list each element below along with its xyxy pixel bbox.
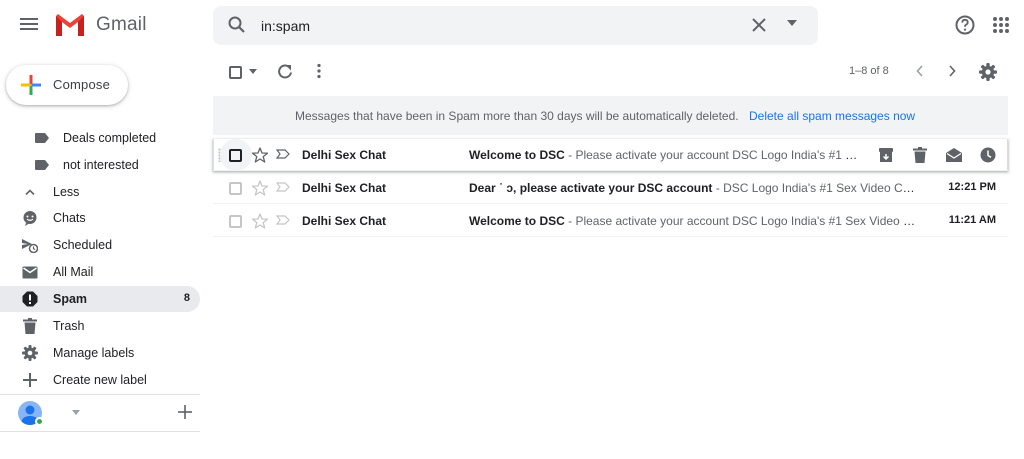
row-select[interactable] bbox=[220, 205, 252, 237]
email-time: 11:21 AM bbox=[948, 214, 996, 226]
sidebar-item-spam[interactable]: Spam 8 bbox=[0, 286, 200, 312]
gear-icon bbox=[22, 345, 38, 361]
search-input[interactable] bbox=[261, 15, 711, 37]
chevron-right-icon[interactable] bbox=[947, 64, 957, 78]
sidebar-item-label: Chats bbox=[53, 211, 86, 225]
trash-icon bbox=[22, 318, 38, 334]
sidebar-item-deals-completed[interactable]: Deals completed bbox=[0, 125, 200, 151]
table-row[interactable]: Delhi Sex Chat Welcome to DSC - Please a… bbox=[213, 139, 1008, 171]
chevron-up-icon bbox=[22, 184, 38, 200]
chat-icon bbox=[22, 210, 38, 226]
add-contact-icon[interactable] bbox=[178, 405, 192, 419]
star-icon[interactable] bbox=[252, 147, 268, 163]
sidebar-item-less[interactable]: Less bbox=[0, 179, 200, 205]
row-select[interactable] bbox=[220, 172, 252, 204]
compose-plus-icon bbox=[20, 74, 42, 96]
search-bar[interactable] bbox=[213, 6, 818, 45]
email-subject: Welcome to DSC bbox=[469, 214, 565, 228]
row-checkbox[interactable] bbox=[229, 182, 242, 195]
scheduled-icon bbox=[22, 237, 38, 253]
importance-marker-icon[interactable] bbox=[276, 149, 290, 159]
email-subject: Welcome to DSC bbox=[469, 148, 565, 162]
compose-button[interactable]: Compose bbox=[6, 65, 128, 105]
plus-icon bbox=[22, 372, 38, 388]
email-subject-line: Dear ˙ ͻ, please activate your DSC accou… bbox=[469, 181, 917, 195]
banner-message: Messages that have been in Spam more tha… bbox=[295, 109, 739, 123]
sidebar-item-label: not interested bbox=[63, 158, 139, 172]
star-icon[interactable] bbox=[252, 180, 268, 196]
email-subject: Dear ˙ ͻ, please activate your DSC accou… bbox=[469, 181, 713, 195]
sidebar-item-scheduled[interactable]: Scheduled bbox=[0, 232, 200, 258]
unread-count: 8 bbox=[183, 292, 190, 304]
archive-icon[interactable] bbox=[876, 145, 896, 165]
header: Gmail bbox=[0, 0, 1024, 50]
gear-icon[interactable] bbox=[979, 63, 997, 81]
main-menu-icon[interactable] bbox=[17, 12, 41, 36]
chevron-left-icon[interactable] bbox=[915, 64, 925, 78]
email-subject-line: Welcome to DSC - Please activate your ac… bbox=[469, 148, 861, 162]
help-icon[interactable] bbox=[954, 14, 976, 36]
row-checkbox[interactable] bbox=[229, 149, 242, 162]
label-icon bbox=[34, 130, 50, 146]
row-select[interactable] bbox=[220, 139, 252, 171]
mark-as-read-icon[interactable] bbox=[944, 145, 964, 165]
email-subject-line: Welcome to DSC - Please activate your ac… bbox=[469, 214, 917, 228]
sidebar-item-manage-labels[interactable]: Manage labels bbox=[0, 340, 200, 366]
trash-icon[interactable] bbox=[910, 145, 930, 165]
search-icon[interactable] bbox=[227, 15, 247, 35]
sidebar-item-label: Manage labels bbox=[53, 346, 135, 360]
sidebar-item-label: All Mail bbox=[53, 265, 94, 279]
table-row[interactable]: Delhi Sex Chat Welcome to DSC - Please a… bbox=[213, 205, 1008, 237]
sidebar-item-chats[interactable]: Chats bbox=[0, 205, 200, 231]
more-options-icon[interactable] bbox=[312, 63, 326, 79]
sidebar-item-label: Scheduled bbox=[53, 238, 113, 252]
online-status-icon bbox=[35, 417, 44, 426]
mail-toolbar: 1–8 of 8 bbox=[213, 52, 1024, 92]
search-options-icon[interactable] bbox=[787, 20, 797, 26]
email-snippet: - Please activate your account DSC Logo … bbox=[568, 148, 861, 162]
sidebar-item-label: Create new label bbox=[53, 373, 147, 387]
email-snippet: - DSC Logo India's #1 Sex Video Chat bbox=[712, 181, 917, 195]
hangouts-user-row bbox=[0, 394, 200, 432]
apps-grid-icon[interactable] bbox=[992, 16, 1010, 34]
email-snippet: - Please activate your account DSC Logo … bbox=[564, 214, 917, 228]
row-hover-actions bbox=[876, 145, 1001, 165]
mail-icon bbox=[22, 264, 38, 280]
brand-name[interactable]: Gmail bbox=[96, 14, 147, 36]
pagination-info: 1–8 of 8 bbox=[849, 65, 889, 77]
email-sender: Delhi Sex Chat bbox=[302, 181, 387, 195]
star-icon[interactable] bbox=[252, 213, 268, 229]
sidebar-item-label: Trash bbox=[53, 319, 85, 333]
sidebar-item-label: Less bbox=[53, 185, 80, 199]
row-checkbox[interactable] bbox=[229, 215, 242, 228]
email-sender: Delhi Sex Chat bbox=[302, 214, 387, 228]
snooze-clock-icon[interactable] bbox=[978, 145, 998, 165]
select-all-checkbox[interactable] bbox=[229, 66, 242, 79]
sidebar-item-trash[interactable]: Trash bbox=[0, 313, 200, 339]
email-sender: Delhi Sex Chat bbox=[302, 148, 387, 162]
sidebar-item-label: Spam bbox=[53, 292, 88, 306]
table-row[interactable]: Delhi Sex Chat Dear ˙ ͻ, please activate… bbox=[213, 172, 1008, 204]
sidebar-item-not-interested[interactable]: not interested bbox=[0, 152, 200, 178]
refresh-icon[interactable] bbox=[277, 63, 293, 79]
sidebar-item-create-label[interactable]: Create new label bbox=[0, 367, 200, 393]
email-time: 12:21 PM bbox=[948, 181, 996, 193]
importance-marker-icon[interactable] bbox=[276, 215, 290, 225]
label-icon bbox=[34, 157, 50, 173]
sidebar-item-label: Deals completed bbox=[63, 131, 157, 145]
spam-info-banner: Messages that have been in Spam more tha… bbox=[213, 96, 1008, 135]
chevron-down-icon[interactable] bbox=[72, 410, 80, 415]
sidebar-item-all-mail[interactable]: All Mail bbox=[0, 259, 200, 285]
clear-search-icon[interactable] bbox=[750, 16, 768, 34]
importance-marker-icon[interactable] bbox=[276, 182, 290, 192]
compose-label: Compose bbox=[53, 77, 111, 92]
gmail-logo-icon[interactable] bbox=[54, 12, 86, 38]
spam-icon bbox=[22, 291, 38, 307]
delete-all-spam-link[interactable]: Delete all spam messages now bbox=[749, 109, 915, 123]
select-options-icon[interactable] bbox=[249, 69, 257, 74]
